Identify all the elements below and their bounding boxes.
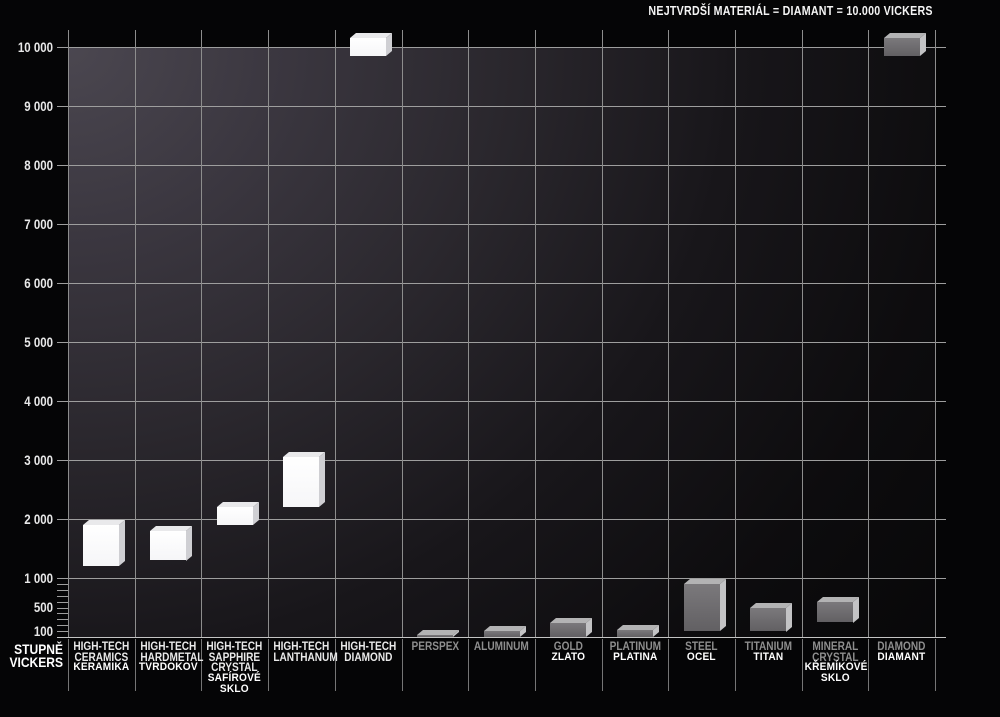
gridline-v-5	[402, 30, 403, 637]
gridline-v-4	[335, 30, 336, 637]
y-tick-label-4000: 4 000	[10, 394, 53, 409]
category-name-en-line-0: PERSPEX	[407, 641, 463, 652]
gridline-v-0	[68, 30, 69, 637]
bar-front-high-tech-ceramics	[83, 525, 119, 566]
y-axis-title-line-2: VICKERS	[9, 656, 63, 669]
category-label-mineral-crystal: MINERALCRYSTALKŘEMÍKOVÉSKLO	[802, 641, 869, 684]
bar-front-platinum	[617, 630, 653, 637]
gridline-h-2000	[57, 519, 946, 520]
bar-side-face-high-tech-lanthanum	[319, 452, 325, 507]
y-minor-tick-200	[57, 625, 68, 626]
category-label-aluminum: ALUMINUM	[468, 641, 535, 652]
y-tick-label-100: 100	[10, 624, 53, 639]
gridline-h-9000	[57, 106, 946, 107]
y-tick-label-6000: 6 000	[10, 276, 53, 291]
gridline-v-11	[802, 30, 803, 637]
y-minor-tick-500	[57, 608, 68, 609]
gridline-h-6000	[57, 283, 946, 284]
y-tick-label-10000: 10 000	[10, 40, 53, 55]
vickers-hardness-chart: NEJTVRDŠÍ MATERIÁL = DIAMANT = 10.000 VI…	[0, 0, 1000, 717]
gridline-v-8	[602, 30, 603, 637]
category-name-cz-line-0: DIAMANT	[871, 652, 932, 663]
category-label-perspex: PERSPEX	[402, 641, 469, 652]
y-tick-label-500: 500	[10, 600, 53, 615]
category-name-cz-line-1: SKLO	[804, 673, 865, 684]
bar-front-diamond	[884, 38, 920, 56]
y-tick-label-2000: 2 000	[10, 512, 53, 527]
y-minor-tick-300	[57, 619, 68, 620]
bar-side-face-titanium	[786, 602, 792, 631]
gridline-v-2	[201, 30, 202, 637]
y-tick-label-7000: 7 000	[10, 217, 53, 232]
bar-front-high-tech-sapphire-crystal	[217, 507, 253, 525]
category-name-cz-line-1: SKLO	[204, 684, 265, 695]
y-minor-tick-800	[57, 590, 68, 591]
category-name-cz-line-0: PLATINA	[604, 652, 665, 663]
y-tick-label-1000: 1 000	[10, 571, 53, 586]
category-name-cz-line-0: ZLATO	[537, 652, 598, 663]
category-name-en-line-1: DIAMOND	[340, 652, 396, 663]
gridline-h-8000	[57, 165, 946, 166]
gridline-v-6	[468, 30, 469, 637]
x-axis-baseline	[57, 637, 946, 638]
y-minor-tick-900	[57, 584, 68, 585]
y-minor-tick-600	[57, 602, 68, 603]
category-name-cz-line-0: KERAMIKA	[71, 662, 132, 673]
y-axis-title: STUPNĚ VICKERS	[0, 643, 63, 668]
category-label-high-tech-hardmetal: HIGH-TECHHARDMETALTVRDOKOV	[135, 641, 202, 673]
bar-front-steel	[684, 584, 720, 631]
bar-front-gold	[550, 623, 586, 637]
y-minor-tick-400	[57, 613, 68, 614]
y-tick-label-9000: 9 000	[10, 99, 53, 114]
bar-front-mineral-crystal	[817, 602, 853, 623]
gridline-v-9	[668, 30, 669, 637]
gridline-v-12	[868, 30, 869, 637]
bar-side-face-steel	[720, 579, 726, 631]
category-label-high-tech-diamond: HIGH-TECHDIAMOND	[335, 641, 402, 662]
bar-front-titanium	[750, 608, 786, 632]
category-label-gold: GOLDZLATO	[535, 641, 602, 663]
bar-front-perspex	[417, 635, 453, 637]
bar-front-high-tech-diamond	[350, 38, 386, 56]
category-label-high-tech-sapphire-crystal: HIGH-TECHSAPPHIRECRYSTALSAFÍROVÉSKLO	[201, 641, 268, 695]
y-minor-tick-700	[57, 596, 68, 597]
gridline-h-3000	[57, 460, 946, 461]
gridline-h-4000	[57, 401, 946, 402]
category-label-high-tech-ceramics: HIGH-TECHCERAMICSKERAMIKA	[68, 641, 135, 673]
gridline-v-1	[135, 30, 136, 637]
category-label-platinum: PLATINUMPLATINA	[602, 641, 669, 663]
gridline-v-7	[535, 30, 536, 637]
gridline-h-5000	[57, 342, 946, 343]
gridline-v-13	[935, 30, 936, 637]
y-tick-label-8000: 8 000	[10, 158, 53, 173]
bar-side-face-high-tech-ceramics	[119, 520, 125, 566]
bar-front-high-tech-hardmetal	[150, 531, 186, 561]
category-name-en-line-0: ALUMINUM	[474, 641, 530, 652]
y-tick-label-3000: 3 000	[10, 453, 53, 468]
gridline-v-10	[735, 30, 736, 637]
category-name-cz-line-0: TITAN	[738, 652, 799, 663]
category-label-steel: STEELOCEL	[668, 641, 735, 663]
y-minor-tick-100	[57, 631, 68, 632]
label-separator-13	[935, 639, 936, 691]
category-label-titanium: TITANIUMTITAN	[735, 641, 802, 663]
bar-front-high-tech-lanthanum	[283, 457, 319, 507]
gridline-h-7000	[57, 224, 946, 225]
category-name-cz-line-0: TVRDOKOV	[137, 662, 198, 673]
category-label-diamond: DIAMONDDIAMANT	[868, 641, 935, 663]
gridline-h-10000	[57, 47, 946, 48]
bar-side-face-high-tech-hardmetal	[186, 526, 192, 561]
gridline-v-3	[268, 30, 269, 637]
gridline-h-1000	[57, 578, 946, 579]
category-label-high-tech-lanthanum: HIGH-TECHLANTHANUM	[268, 641, 335, 662]
bar-front-aluminum	[484, 631, 520, 637]
category-name-en-line-1: LANTHANUM	[273, 652, 329, 663]
y-tick-label-5000: 5 000	[10, 335, 53, 350]
chart-title: NEJTVRDŠÍ MATERIÁL = DIAMANT = 10.000 VI…	[649, 4, 933, 18]
category-name-cz-line-0: OCEL	[671, 652, 732, 663]
